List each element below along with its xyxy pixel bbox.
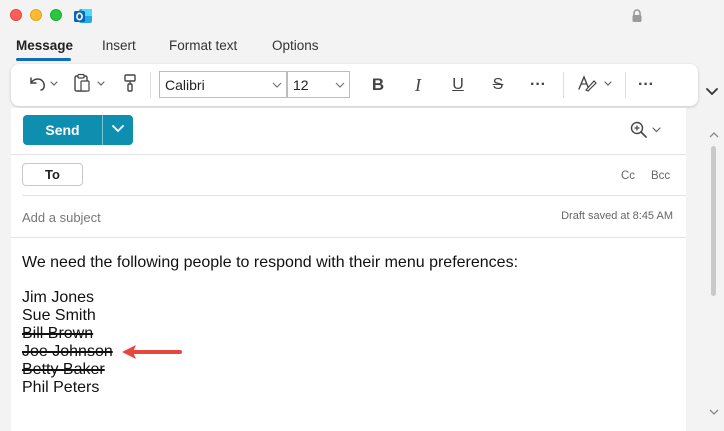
pen-styles-icon — [576, 73, 616, 98]
bold-icon: B — [371, 75, 385, 94]
format-painter-button[interactable] — [119, 73, 141, 97]
to-recipients-input[interactable] — [95, 163, 605, 186]
zoom-in-icon — [630, 121, 664, 143]
paste-button[interactable] — [69, 73, 111, 97]
strikethrough-button[interactable]: S — [486, 73, 510, 97]
lock-icon — [631, 9, 643, 23]
outlook-app-icon — [73, 6, 93, 26]
undo-button[interactable] — [23, 73, 63, 97]
chevron-down-icon — [272, 78, 282, 94]
more-options-button[interactable]: ··· — [633, 73, 659, 97]
font-name-select[interactable]: Calibri — [159, 71, 287, 98]
collapse-ribbon-chevron-icon[interactable] — [705, 85, 719, 99]
list-item[interactable]: Phil Peters — [22, 379, 99, 397]
subject-input[interactable]: Add a subject — [22, 210, 101, 225]
zoom-button[interactable] — [630, 121, 664, 144]
undo-icon — [26, 73, 60, 98]
list-item[interactable]: Sue Smith — [22, 307, 96, 325]
subject-divider — [11, 237, 686, 238]
draft-status: Draft saved at 8:45 AM — [561, 210, 673, 222]
header-divider — [11, 154, 686, 155]
font-size-value: 12 — [293, 76, 309, 93]
body-intro[interactable]: We need the following people to respond … — [22, 254, 518, 272]
zoom-window-button[interactable] — [50, 9, 62, 21]
underline-icon: U — [452, 76, 464, 93]
bold-button[interactable]: B — [366, 73, 390, 97]
send-button[interactable]: Send — [23, 115, 102, 145]
toolbar-divider — [625, 72, 626, 98]
active-tab-indicator — [16, 58, 71, 61]
paintbrush-icon — [122, 73, 138, 98]
italic-button[interactable]: I — [406, 73, 430, 97]
tab-message[interactable]: Message — [16, 38, 73, 53]
annotation-arrow-icon — [120, 344, 184, 365]
strikethrough-icon: S — [492, 76, 504, 93]
scrollbar-thumb[interactable] — [711, 146, 716, 296]
toolbar-divider — [150, 72, 151, 98]
tab-options[interactable]: Options — [272, 38, 319, 53]
list-item[interactable]: Jim Jones — [22, 289, 94, 307]
bcc-button[interactable]: Bcc — [651, 170, 670, 182]
scroll-up-icon[interactable] — [709, 126, 719, 144]
more-icon: ··· — [638, 76, 654, 93]
styles-button[interactable] — [574, 73, 618, 97]
font-name-value: Calibri — [165, 76, 205, 93]
list-item[interactable]: Joe Johnson — [22, 343, 113, 361]
to-divider — [22, 195, 686, 196]
tab-insert[interactable]: Insert — [102, 38, 136, 53]
italic-icon: I — [415, 74, 421, 95]
toolbar-divider — [563, 72, 564, 98]
clipboard-icon — [71, 73, 109, 98]
scroll-down-icon[interactable] — [709, 403, 719, 421]
formatting-toolbar: Calibri 12 B I U S ··· ··· — [11, 64, 698, 106]
list-item[interactable]: Betty Baker — [22, 361, 105, 379]
underline-button[interactable]: U — [446, 73, 470, 97]
cc-button[interactable]: Cc — [621, 170, 635, 182]
title-bar — [0, 0, 724, 32]
send-options-button[interactable] — [102, 115, 133, 145]
more-formatting-button[interactable]: ··· — [525, 73, 551, 97]
font-size-select[interactable]: 12 — [287, 71, 350, 98]
chevron-down-icon — [335, 78, 345, 94]
more-icon: ··· — [530, 76, 546, 93]
tab-format-text[interactable]: Format text — [169, 38, 237, 53]
list-item[interactable]: Bill Brown — [22, 325, 93, 343]
close-window-button[interactable] — [10, 9, 22, 21]
ribbon-tabs: Message Insert Format text Options — [0, 32, 724, 62]
to-button[interactable]: To — [22, 163, 83, 186]
chevron-down-icon — [111, 121, 125, 139]
minimize-window-button[interactable] — [30, 9, 42, 21]
